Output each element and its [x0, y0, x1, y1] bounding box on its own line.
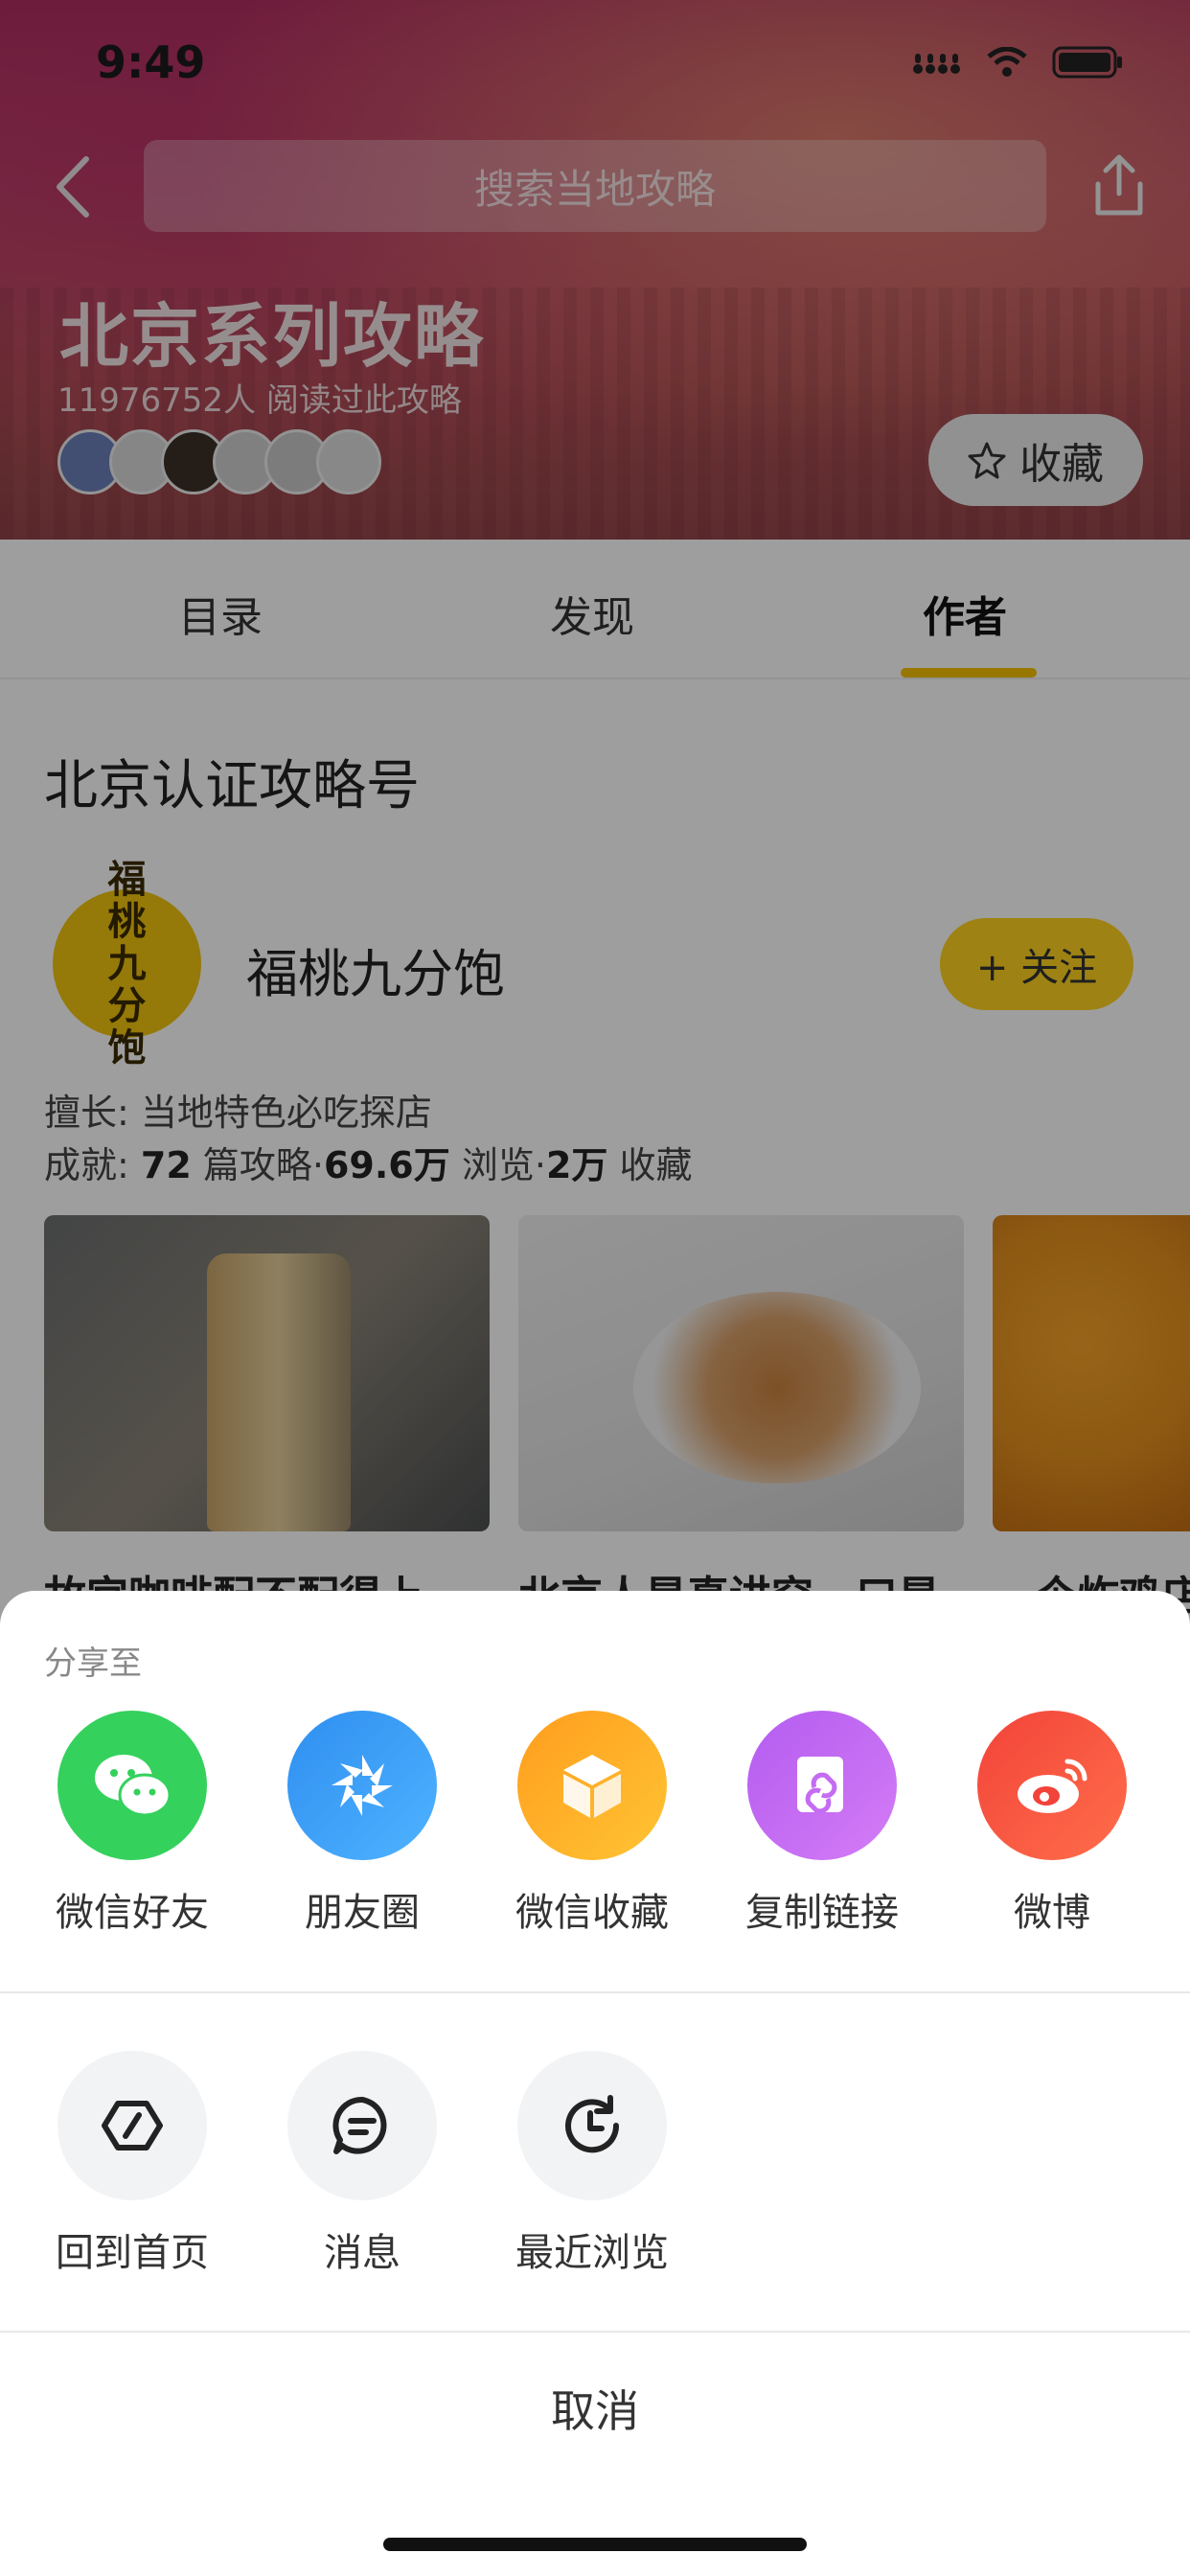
tool-label: 消息	[324, 2231, 400, 2275]
home-indicator[interactable]	[383, 2538, 807, 2551]
share-label: 微博	[1014, 1891, 1090, 1935]
share-weibo[interactable]: 微博	[956, 1711, 1148, 1937]
wechat-favorite-icon	[517, 1711, 667, 1860]
share-sheet-title: 分享至	[44, 1644, 142, 1683]
tool-label: 最近浏览	[515, 2231, 669, 2275]
share-label: 微信好友	[56, 1891, 209, 1935]
share-label: 复制链接	[745, 1891, 899, 1935]
home-icon	[57, 2051, 207, 2200]
cancel-button[interactable]: 取消	[0, 2377, 1190, 2440]
copy-link-icon	[747, 1711, 897, 1860]
share-label: 微信收藏	[515, 1891, 669, 1935]
share-label: 朋友圈	[305, 1891, 420, 1935]
divider	[0, 2331, 1190, 2333]
message-icon	[287, 2051, 437, 2200]
share-moments[interactable]: 朋友圈	[266, 1711, 458, 1937]
share-copy-link[interactable]: 复制链接	[726, 1711, 918, 1937]
history-icon	[517, 2051, 667, 2200]
weibo-icon	[977, 1711, 1127, 1860]
tool-messages[interactable]: 消息	[266, 2051, 458, 2277]
share-sheet: 分享至 微信好友 朋友圈 微信收藏 复制链接 微博 回到首页 消息 最近浏览 取…	[0, 1591, 1190, 2576]
tool-recent[interactable]: 最近浏览	[496, 2051, 688, 2277]
divider	[0, 1991, 1190, 1993]
share-wechat-favorite[interactable]: 微信收藏	[496, 1711, 688, 1937]
moments-icon	[287, 1711, 437, 1860]
share-wechat-friend[interactable]: 微信好友	[36, 1711, 228, 1937]
tool-home[interactable]: 回到首页	[36, 2051, 228, 2277]
tool-label: 回到首页	[56, 2231, 209, 2275]
wechat-icon	[57, 1711, 207, 1860]
